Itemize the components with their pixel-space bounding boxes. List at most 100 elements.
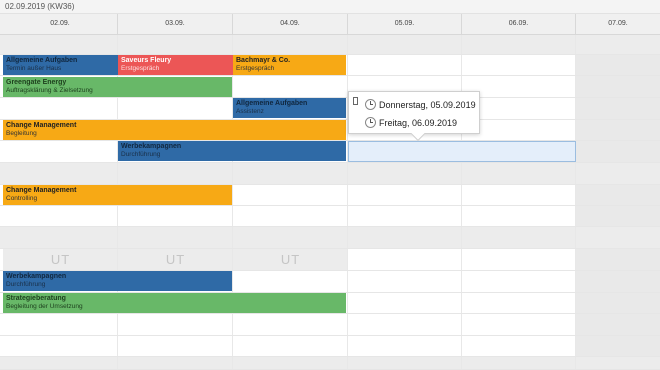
- grid-line: [461, 249, 462, 270]
- week-bar: 02.09.2019 (KW36): [0, 0, 660, 14]
- grid-line: [232, 35, 233, 54]
- weekend-cell: [576, 141, 660, 162]
- popup-checkbox-icon[interactable]: [353, 97, 358, 105]
- grid-line: [232, 206, 233, 226]
- event-subtitle: Durchführung: [6, 281, 46, 288]
- grid-row: UT UT UT: [0, 249, 660, 271]
- grid-line: [461, 206, 462, 226]
- event-subtitle: Termin außer Haus: [6, 65, 62, 72]
- grid-line: [232, 227, 233, 248]
- event-subtitle: Begleitung: [6, 130, 37, 137]
- grid-line: [461, 185, 462, 205]
- grid-line: [347, 357, 348, 369]
- grid-line: [461, 35, 462, 54]
- grid-line: [347, 55, 348, 75]
- grid-line: [575, 163, 576, 184]
- grid-line: [347, 293, 348, 313]
- popup-option-label: Freitag, 06.09.2019: [379, 118, 458, 128]
- grid-line: [347, 35, 348, 54]
- grid-line: [575, 55, 576, 75]
- grid-line: [575, 206, 576, 226]
- grid-line: [461, 55, 462, 75]
- event-strategieberatung[interactable]: Strategieberatung Begleitung der Umsetzu…: [3, 293, 346, 313]
- grid-line: [575, 185, 576, 205]
- grid-line: [461, 357, 462, 369]
- event-werbekampagnen-2[interactable]: Werbekampagnen Durchführung: [3, 271, 232, 291]
- grid-line: [575, 293, 576, 313]
- grid-row: [0, 227, 660, 249]
- grid-line: [575, 35, 576, 54]
- weekend-cell: [576, 293, 660, 313]
- grid-line: [575, 98, 576, 119]
- grid-line: [347, 227, 348, 248]
- clock-icon: [365, 117, 376, 129]
- event-title: Change Management: [6, 122, 77, 129]
- week-label: 02.09.2019 (KW36): [5, 2, 75, 11]
- event-allgemeine-aufgaben-1[interactable]: Allgemeine Aufgaben Termin außer Haus: [3, 55, 118, 75]
- grid-line: [575, 271, 576, 292]
- grid-line: [117, 163, 118, 184]
- grid-line: [461, 314, 462, 335]
- grid-line: [461, 271, 462, 292]
- event-title: Allgemeine Aufgaben: [236, 100, 308, 107]
- weekend-cell: [576, 314, 660, 335]
- event-subtitle: Erstgespräch: [236, 65, 275, 72]
- grid-line: [232, 357, 233, 369]
- popup-option-thursday[interactable]: Donnerstag, 05.09.2019: [365, 97, 476, 113]
- weekend-cell: [576, 271, 660, 292]
- event-werbekampagnen-1[interactable]: Werbekampagnen Durchführung: [118, 141, 346, 161]
- event-title: Saveurs Fleury: [121, 57, 172, 64]
- grid-line: [347, 206, 348, 226]
- grid-line: [117, 206, 118, 226]
- popup-option-friday[interactable]: Freitag, 06.09.2019: [365, 115, 457, 131]
- event-greengate-energy[interactable]: Greengate Energy Auftragsklärung & Ziels…: [3, 77, 232, 97]
- event-subtitle: Begleitung der Umsetzung: [6, 303, 83, 310]
- grid-line: [232, 314, 233, 335]
- day-header-1[interactable]: 02.09.: [3, 14, 118, 34]
- grid-line: [575, 120, 576, 140]
- weekend-cell: [576, 249, 660, 270]
- day-header-5[interactable]: 06.09.: [462, 14, 576, 34]
- grid-line: [117, 35, 118, 54]
- weekend-cell: [576, 76, 660, 97]
- weekend-cell: [576, 336, 660, 356]
- absence-marker: UT: [3, 249, 118, 270]
- grid-line: [232, 336, 233, 356]
- grid-row: [0, 357, 660, 370]
- grid-line: [575, 76, 576, 97]
- weekend-cell: [576, 98, 660, 119]
- day-header-6[interactable]: 07.09.: [576, 14, 660, 34]
- grid-row: [0, 35, 660, 55]
- grid-line: [575, 314, 576, 335]
- grid-row: [0, 336, 660, 357]
- event-title: Werbekampagnen: [6, 273, 67, 280]
- day-header-4[interactable]: 05.09.: [348, 14, 462, 34]
- event-change-management-1[interactable]: Change Management Begleitung: [3, 120, 346, 140]
- day-header: 02.09. 03.09. 04.09. 05.09. 06.09. 07.09…: [0, 14, 660, 35]
- event-subtitle: Durchführung: [121, 151, 161, 158]
- event-allgemeine-aufgaben-2[interactable]: Allgemeine Aufgaben Assistenz: [233, 98, 346, 118]
- event-change-management-2[interactable]: Change Management Controlling: [3, 185, 232, 205]
- grid-line: [117, 249, 118, 270]
- event-saveurs-fleury[interactable]: Saveurs Fleury Erstgespräch: [118, 55, 233, 75]
- event-subtitle: Erstgespräch: [121, 65, 160, 72]
- grid-row: [0, 163, 660, 185]
- event-subtitle: Controlling: [6, 195, 38, 202]
- grid-line: [117, 227, 118, 248]
- grid-line: [117, 314, 118, 335]
- weekend-cell: [576, 120, 660, 140]
- grid-line: [575, 249, 576, 270]
- grid-line: [347, 336, 348, 356]
- grid-line: [347, 163, 348, 184]
- grid-row: [0, 314, 660, 336]
- grid-line: [232, 163, 233, 184]
- grid-line: [461, 227, 462, 248]
- day-header-2[interactable]: 03.09.: [118, 14, 233, 34]
- event-bachmayr[interactable]: Bachmayr & Co. Erstgespräch: [233, 55, 346, 75]
- grid-line: [575, 336, 576, 356]
- popup-option-label: Donnerstag, 05.09.2019: [379, 100, 476, 110]
- day-header-3[interactable]: 04.09.: [233, 14, 348, 34]
- grid-line: [347, 249, 348, 270]
- selected-slot[interactable]: [348, 141, 576, 162]
- absence-marker: UT: [118, 249, 233, 270]
